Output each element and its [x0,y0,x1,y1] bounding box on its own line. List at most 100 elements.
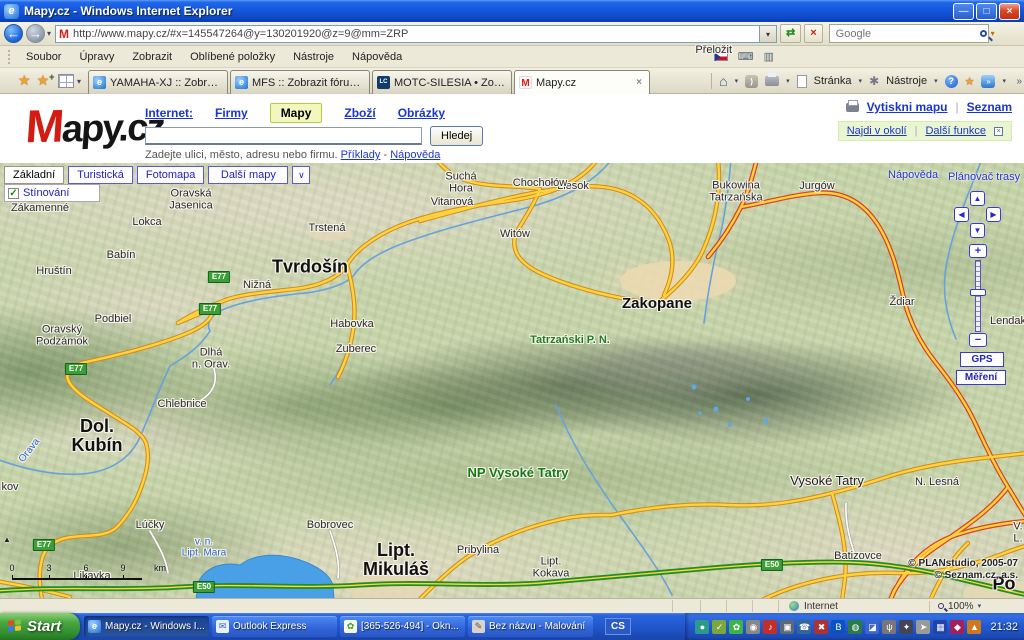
menu-item-obl-ben-polo-ky[interactable]: Oblíbené položky [181,49,284,65]
find-nearby-link[interactable]: Najdi v okolí [847,125,907,137]
browser-tab-motc-silesia-zobrazit-akt[interactable]: LCMOTC-SILESIA • Zobrazit akt... [372,70,512,94]
refresh-button[interactable]: ⇄ [780,24,801,43]
shading-label[interactable]: Stínování [23,187,69,199]
menu-item-pravy[interactable]: Úpravy [70,49,123,65]
stop-button[interactable]: × [804,24,822,43]
share-icon[interactable]: » [981,75,995,88]
layer-photo[interactable]: Fotomapa [137,166,205,184]
google-search-input[interactable] [834,27,980,41]
layer-basic[interactable]: Základní [4,166,64,184]
tray-icon[interactable]: ✖ [814,620,828,634]
nav-zbo[interactable]: Zboží [344,106,375,120]
tray-icon[interactable]: ◪ [865,620,879,634]
tray-icon[interactable]: ☎ [797,620,811,634]
menu-item-n-pov-da[interactable]: Nápověda [343,49,411,65]
restore-button[interactable]: □ [976,3,997,20]
map-viewport[interactable]: ZákamennéOravská JasenicaLokcaBabínHrušt… [0,163,1024,598]
history-dropdown-icon[interactable]: ▾ [47,29,51,38]
print-dropdown-icon[interactable]: ▾ [786,77,790,85]
pan-left-icon[interactable]: ◀ [954,207,969,222]
shading-checkbox[interactable]: ✓ [8,188,19,199]
tray-icon[interactable]: ♪ [763,620,777,634]
search-button[interactable]: Hledej [430,126,483,146]
tab-close-icon[interactable]: × [633,77,645,88]
rss-icon[interactable]: ) [745,75,758,88]
tray-icon[interactable]: ◉ [746,620,760,634]
add-favorite-icon[interactable]: ★ [37,72,55,89]
home-dropdown-icon[interactable]: ▾ [735,77,739,85]
route-planner-link[interactable]: Plánovač trasy [948,171,1020,183]
tools-menu[interactable]: Nástroje [886,75,927,87]
browser-tab-mfs-zobrazit-f-rum-mala[interactable]: eMFS :: Zobrazit fórum - Mala... [230,70,370,94]
layout-icon[interactable]: ▥ [764,50,774,63]
nav-mapy[interactable]: Mapy [270,103,323,123]
quick-tabs-icon[interactable] [58,74,74,88]
menu-item-soubor[interactable]: Soubor [17,49,70,65]
tray-icon[interactable]: ✓ [712,620,726,634]
search-icon[interactable] [980,30,987,37]
tray-icon[interactable]: ▦ [933,620,947,634]
language-indicator[interactable]: CS [605,618,631,635]
print-icon[interactable] [765,76,779,86]
minimize-button[interactable]: — [953,3,974,20]
gear-icon[interactable]: ✱ [869,74,879,88]
help-icon[interactable]: ? [945,75,958,88]
taskbar-clock[interactable]: 21:32 [990,621,1018,633]
tray-icon[interactable]: ✦ [899,620,913,634]
gps-button[interactable]: GPS [960,352,1004,367]
nav-obr-zky[interactable]: Obrázky [398,106,445,120]
favorites-edit-icon[interactable]: ★ [965,75,975,88]
menu-item-n-stroje[interactable]: Nástroje [284,49,343,65]
tray-icon[interactable]: ◆ [950,620,964,634]
tray-icon[interactable]: ➤ [916,620,930,634]
close-button[interactable]: × [999,3,1020,20]
nav-firmy[interactable]: Firmy [215,106,248,120]
map-search-input[interactable] [145,127,422,145]
back-button[interactable]: ← [4,24,23,43]
taskbar-task-outlook-express[interactable]: ✉Outlook Express [212,616,337,637]
url-input[interactable] [73,28,756,40]
tray-icon[interactable]: ◍ [848,620,862,634]
zoom-in-button[interactable]: + [969,244,987,258]
nav-internet[interactable]: Internet: [145,106,193,120]
url-dropdown-icon[interactable]: ▾ [760,25,777,43]
zoom-dropdown-icon[interactable]: ▾ [978,602,982,610]
taskbar-task-bez-n-zvu-malov-n[interactable]: ✎Bez názvu - Malování [468,616,593,637]
translate-button[interactable]: Přeložit [695,45,732,57]
examples-link[interactable]: Příklady [341,149,381,161]
toolbar-overflow-icon[interactable]: » [1016,76,1022,87]
tray-icon[interactable]: ● [695,620,709,634]
print-map-link[interactable]: Vytiskni mapu [867,100,948,114]
forward-button[interactable]: → [26,24,45,43]
share-dropdown-icon[interactable]: ▾ [1002,77,1006,85]
help-link[interactable]: Nápověda [390,149,440,161]
search-options-icon[interactable]: ▾ [991,29,995,38]
seznam-link[interactable]: Seznam [967,100,1012,114]
favorites-icon[interactable]: ★ [18,72,31,89]
browser-tab-yamaha-xj-zobrazit-t-ma[interactable]: eYAMAHA-XJ :: Zobrazit téma ... [88,70,228,94]
zoom-slider-handle[interactable] [970,289,986,296]
page-icon[interactable] [797,75,807,88]
tab-list-icon[interactable]: ▾ [77,77,81,86]
layer-tourist[interactable]: Turistická [68,166,133,184]
menu-item-zobrazit[interactable]: Zobrazit [123,49,181,65]
keyboard-icon[interactable]: ⌨ [738,50,754,63]
page-zoom-control[interactable]: 100% ▾ [929,601,1024,612]
zoom-out-button[interactable]: − [969,333,987,347]
tools-dropdown-icon[interactable]: ▾ [934,77,938,85]
taskbar-task-365-526-494-okn[interactable]: ✿[365-526-494] - Okn... [340,616,465,637]
pan-down-icon[interactable]: ▼ [970,223,985,238]
pan-up-icon[interactable]: ▲ [970,191,985,206]
tray-icon[interactable]: B [831,620,845,634]
browser-tab-mapy-cz[interactable]: MMapy.cz× [514,70,650,94]
tray-icon[interactable]: ▣ [780,620,794,634]
zoom-slider-track[interactable] [975,260,981,332]
page-menu[interactable]: Stránka [814,75,852,87]
map-help-link[interactable]: Nápověda [888,169,938,181]
tray-icon[interactable]: ✿ [729,620,743,634]
layer-more-chevron-icon[interactable]: ∨ [292,166,310,184]
layer-more[interactable]: Další mapy [208,166,288,184]
page-dropdown-icon[interactable]: ▾ [859,77,863,85]
tray-icon[interactable]: ▲ [967,620,981,634]
start-button[interactable]: Start [0,613,80,640]
